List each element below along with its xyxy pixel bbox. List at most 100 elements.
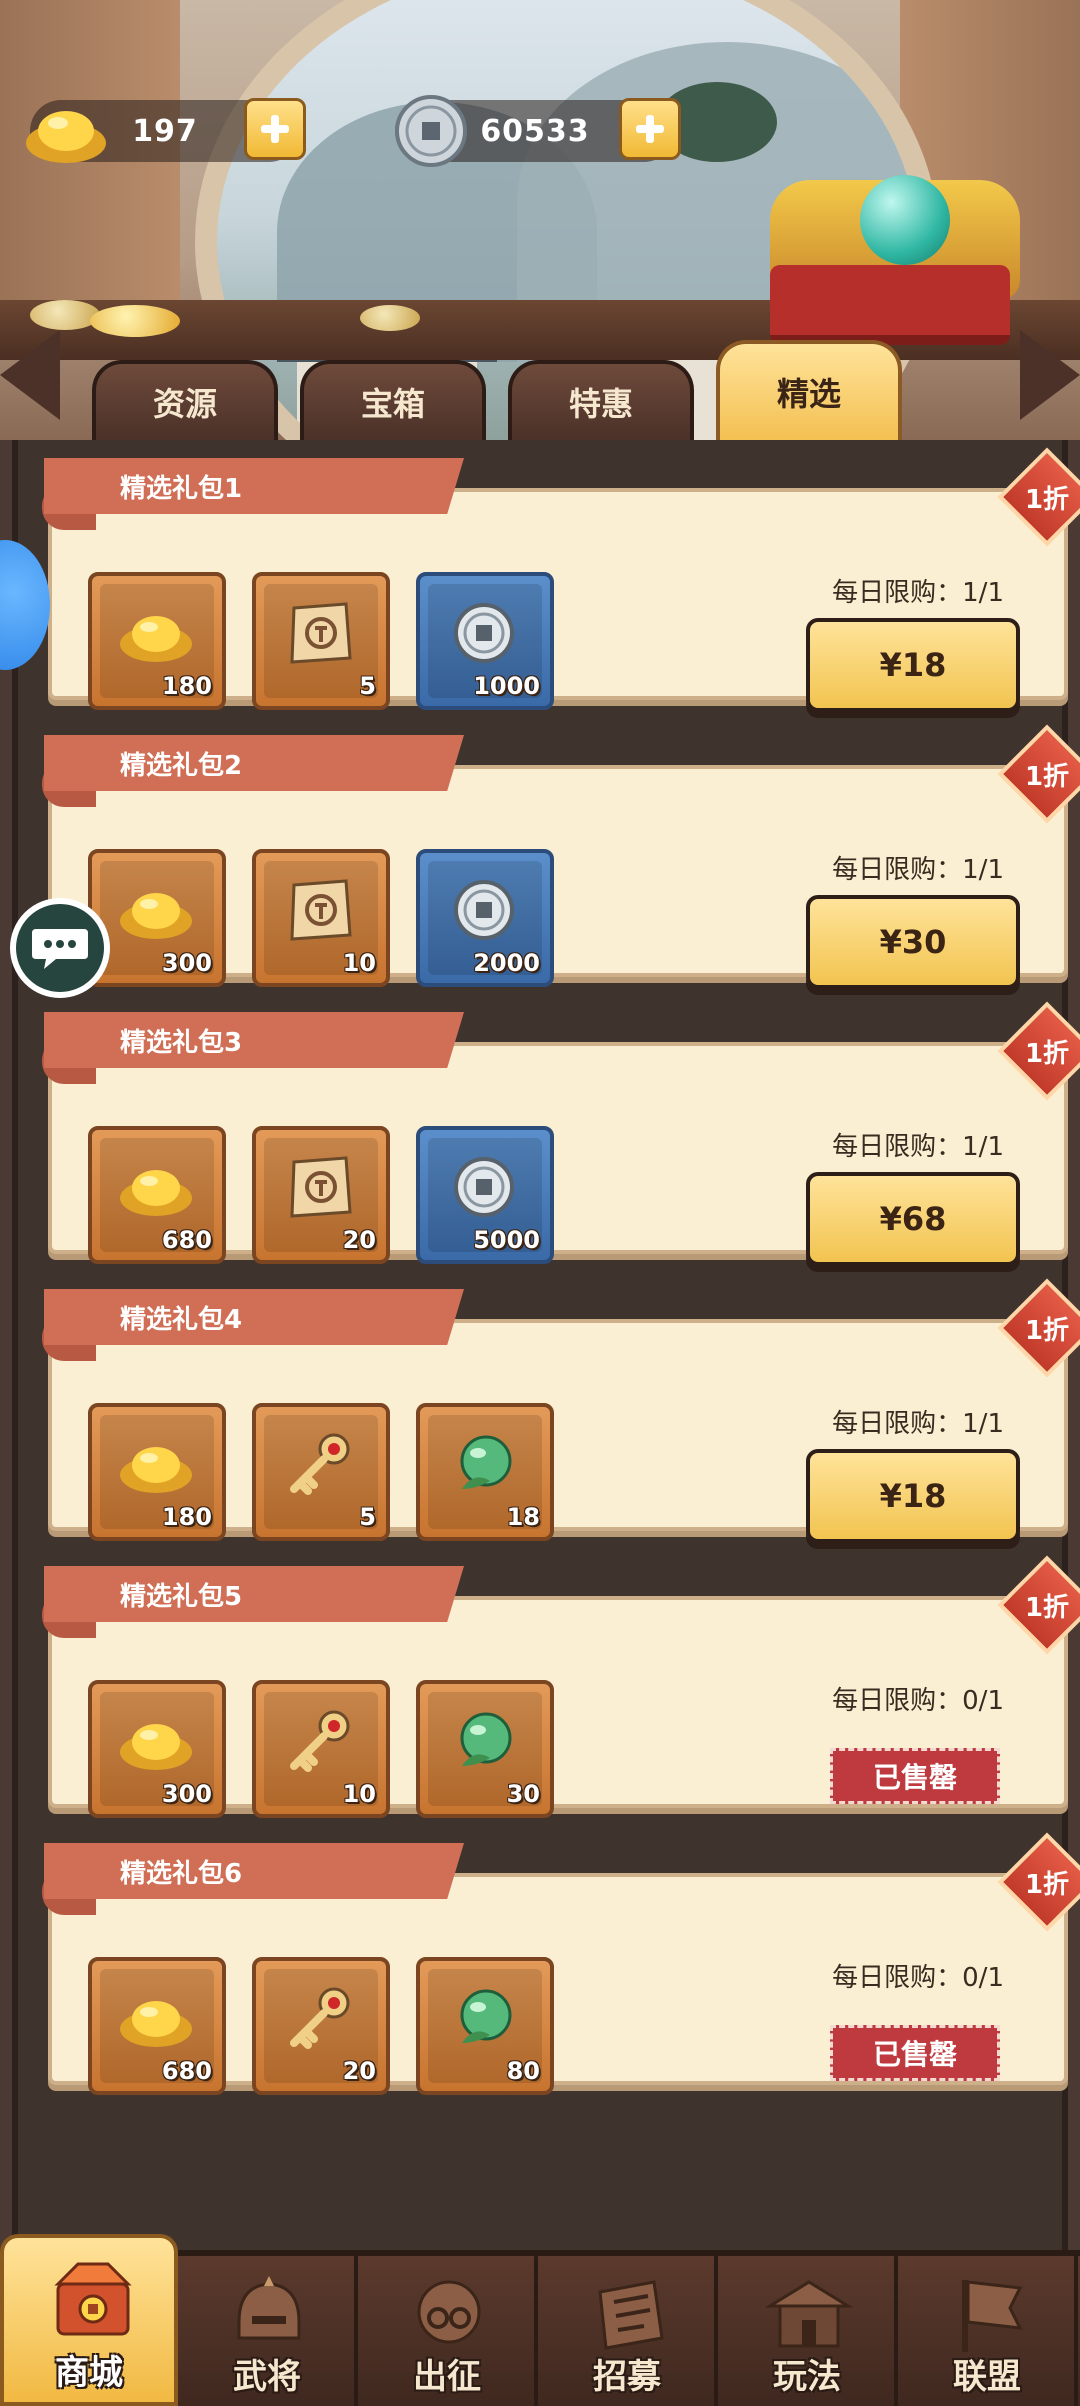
general-helmet-icon — [224, 2272, 314, 2358]
reward-item[interactable]: 1000 — [416, 572, 554, 710]
gift-pack-5: 300 10 30 每日限购：0/1 已售罄 精选礼包5 1折 — [42, 1555, 1080, 1818]
daily-limit-text: 每日限购：1/1 — [832, 1409, 1004, 1439]
nav-label: 招募 — [593, 2357, 661, 2397]
discount-label: 1折 — [1024, 1038, 1070, 1069]
nav-label: 联盟 — [953, 2357, 1021, 2397]
daily-limit-text: 每日限购：0/1 — [832, 1963, 1004, 1993]
alliance-flag-icon — [944, 2272, 1034, 2358]
add-gold-button[interactable] — [244, 98, 306, 160]
jade-orb-icon — [444, 1983, 524, 2053]
add-silver-button[interactable] — [619, 98, 681, 160]
daily-limit-text: 每日限购：1/1 — [832, 855, 1004, 885]
tab-resources[interactable]: 资源 — [92, 360, 278, 440]
nav-item-6[interactable]: 联盟 — [900, 2256, 1078, 2406]
pack-list[interactable]: 180 5 1000 每日限购：1/1 ¥18 精选礼包1 1折 300 10 … — [12, 440, 1080, 2250]
pack-card: 680 20 80 每日限购：0/1 已售罄 — [48, 1873, 1068, 2095]
pack-title-ribbon: 精选礼包6 — [44, 1843, 464, 1899]
pack-card: 180 5 18 每日限购：1/1 ¥18 — [48, 1319, 1068, 1543]
reward-quantity: 2000 — [473, 949, 540, 977]
pack-title-ribbon: 精选礼包4 — [44, 1289, 464, 1345]
reward-quantity: 180 — [161, 1503, 212, 1531]
nav-item-1[interactable]: 商城 — [0, 2234, 178, 2406]
tab-specials[interactable]: 特惠 — [508, 360, 694, 440]
nav-item-4[interactable]: 招募 — [540, 2256, 718, 2406]
silver-coin-icon — [444, 598, 524, 668]
jade-orb-icon — [444, 1429, 524, 1499]
reward-item[interactable]: 300 — [88, 1680, 226, 1818]
reward-item[interactable]: 30 — [416, 1680, 554, 1818]
silver-coin-icon — [444, 1152, 524, 1222]
nav-label: 出征 — [413, 2357, 481, 2397]
pack-card: 680 20 5000 每日限购：1/1 ¥68 — [48, 1042, 1068, 1266]
discount-label: 1折 — [1024, 1315, 1070, 1346]
buy-button[interactable]: ¥18 — [806, 1449, 1020, 1543]
ruby-key-icon — [280, 1429, 360, 1499]
reward-quantity: 300 — [161, 949, 212, 977]
silver-currency-bar: 60533 — [395, 95, 681, 167]
discount-label: 1折 — [1024, 1869, 1070, 1900]
chat-button[interactable] — [10, 898, 110, 998]
buy-button[interactable]: ¥18 — [806, 618, 1020, 712]
sold-out-badge: 已售罄 — [830, 2025, 1000, 2081]
gold-ingot-icon — [116, 598, 196, 668]
reward-quantity: 680 — [161, 2057, 212, 2085]
reward-item[interactable]: 5000 — [416, 1126, 554, 1264]
gift-pack-1: 180 5 1000 每日限购：1/1 ¥18 精选礼包1 1折 — [42, 447, 1080, 712]
gold-ingot-icon — [116, 1706, 196, 1776]
reward-item[interactable]: 680 — [88, 1957, 226, 2095]
silver-coin-icon — [395, 95, 467, 167]
ruby-key-icon — [280, 1983, 360, 2053]
pack-title: 精选礼包2 — [120, 750, 243, 781]
reward-items: 300 10 2000 — [88, 849, 554, 987]
reward-item[interactable]: 10 — [252, 849, 390, 987]
reward-items: 680 20 5000 — [88, 1126, 554, 1264]
reward-quantity: 5 — [359, 1503, 376, 1531]
reward-item[interactable]: 2000 — [416, 849, 554, 987]
pack-title: 精选礼包4 — [120, 1304, 243, 1335]
daily-limit-text: 每日限购：1/1 — [832, 578, 1004, 608]
token-scroll-icon — [280, 1152, 360, 1222]
reward-quantity: 20 — [342, 1226, 376, 1254]
gift-pack-2: 300 10 2000 每日限购：1/1 ¥30 精选礼包2 1折 — [42, 724, 1080, 989]
reward-item[interactable]: 180 — [88, 572, 226, 710]
sold-out-badge: 已售罄 — [830, 1748, 1000, 1804]
reward-item[interactable]: 10 — [252, 1680, 390, 1818]
nav-item-5[interactable]: 玩法 — [720, 2256, 898, 2406]
buy-button[interactable]: ¥30 — [806, 895, 1020, 989]
reward-item[interactable]: 5 — [252, 572, 390, 710]
reward-item[interactable]: 18 — [416, 1403, 554, 1541]
pack-title: 精选礼包5 — [120, 1581, 243, 1612]
pack-card: 300 10 30 每日限购：0/1 已售罄 — [48, 1596, 1068, 1818]
bottom-nav: 商城 武将 出征 招募 玩法 联盟 — [0, 2234, 1080, 2406]
tab-featured[interactable]: 精选 — [716, 340, 902, 440]
reward-item[interactable]: 5 — [252, 1403, 390, 1541]
gold-ingot-icon — [26, 111, 106, 163]
reward-item[interactable]: 300 — [88, 849, 226, 987]
pack-title: 精选礼包3 — [120, 1027, 243, 1058]
reward-item[interactable]: 80 — [416, 1957, 554, 2095]
pavilion-icon — [764, 2272, 854, 2358]
ruby-key-icon — [280, 1706, 360, 1776]
pack-title-ribbon: 精选礼包1 — [44, 458, 464, 514]
nav-item-3[interactable]: 出征 — [360, 2256, 538, 2406]
reward-item[interactable]: 680 — [88, 1126, 226, 1264]
token-scroll-icon — [280, 598, 360, 668]
expedition-icon — [404, 2272, 494, 2358]
reward-quantity: 300 — [161, 1780, 212, 1808]
tab-chests[interactable]: 宝箱 — [300, 360, 486, 440]
reward-item[interactable]: 20 — [252, 1126, 390, 1264]
daily-limit-text: 每日限购：1/1 — [832, 1132, 1004, 1162]
discount-label: 1折 — [1024, 761, 1070, 792]
reward-item[interactable]: 20 — [252, 1957, 390, 2095]
category-tabs: 资源 宝箱 特惠 精选 — [0, 330, 1080, 440]
reward-items: 300 10 30 — [88, 1680, 554, 1818]
pack-title: 精选礼包1 — [120, 473, 243, 504]
reward-quantity: 80 — [506, 2057, 540, 2085]
reward-quantity: 180 — [161, 672, 212, 700]
reward-quantity: 10 — [342, 1780, 376, 1808]
reward-item[interactable]: 180 — [88, 1403, 226, 1541]
plus-icon — [636, 115, 664, 143]
nav-item-2[interactable]: 武将 — [180, 2256, 358, 2406]
buy-button[interactable]: ¥68 — [806, 1172, 1020, 1266]
reward-quantity: 20 — [342, 2057, 376, 2085]
